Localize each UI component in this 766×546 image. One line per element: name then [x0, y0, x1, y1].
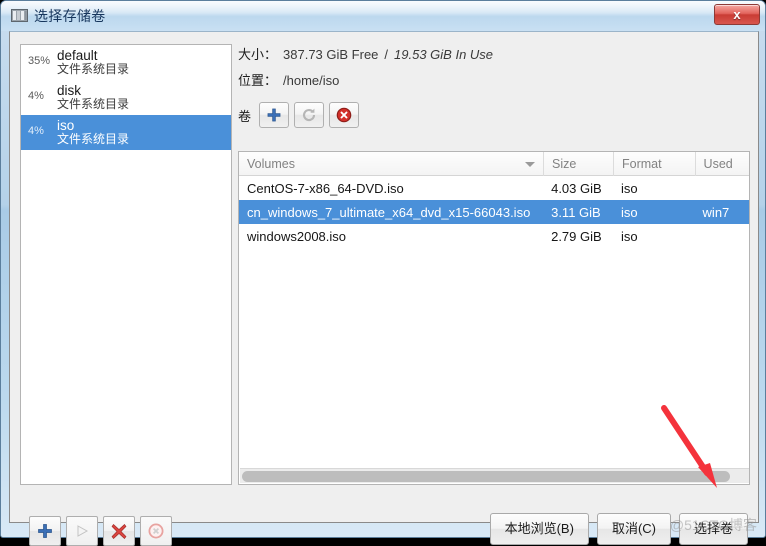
delete-volume-button[interactable]	[329, 102, 360, 128]
refresh-volume-button[interactable]	[294, 102, 325, 128]
plus-icon	[38, 524, 52, 538]
browse-local-button[interactable]: 本地浏览(B)	[489, 513, 589, 545]
cell-size: 2.79 GiB	[551, 228, 602, 244]
pool-size-label: 大小：	[238, 47, 278, 62]
column-header-used[interactable]: Used	[694, 152, 749, 176]
add-pool-button[interactable]	[29, 516, 61, 546]
pool-text-group: default 文件系统目录	[57, 48, 130, 77]
cell-format: iso	[621, 180, 638, 196]
column-header-format[interactable]: Format	[612, 152, 695, 176]
pool-type: 文件系统目录	[57, 97, 130, 112]
volumes-table-header: Volumes Size Format Used	[239, 152, 749, 176]
column-header-size[interactable]: Size	[543, 152, 613, 176]
pool-usage-percent: 4%	[28, 125, 44, 137]
dialog-window: 选择存储卷 x 35% default 文件系统目录 4% disk 文件系统目…	[0, 0, 766, 546]
pool-size-free: 387.73 GiB Free	[283, 47, 379, 62]
start-pool-button[interactable]	[66, 516, 98, 546]
pool-size-separator: /	[384, 47, 389, 62]
horizontal-scrollbar[interactable]	[240, 468, 749, 483]
dialog-client-area: 35% default 文件系统目录 4% disk 文件系统目录 4% iso…	[9, 31, 759, 546]
plus-icon	[267, 108, 281, 122]
choose-volume-button[interactable]: 选择卷	[678, 513, 748, 545]
storage-pool-list[interactable]: 35% default 文件系统目录 4% disk 文件系统目录 4% iso…	[20, 44, 232, 485]
title-bar: 选择存储卷 x	[1, 1, 765, 31]
pool-location-row: 位置： /home/iso	[238, 70, 750, 89]
refresh-icon	[303, 108, 316, 122]
storage-pool-icon	[11, 9, 28, 22]
window-title: 选择存储卷	[34, 8, 106, 24]
cell-format: iso	[621, 204, 638, 220]
chevron-down-icon	[525, 161, 536, 167]
pool-usage-percent: 4%	[28, 90, 44, 102]
stop-pool-button[interactable]	[140, 516, 172, 546]
pool-text-group: disk 文件系统目录	[57, 83, 130, 112]
cell-volume: cn_windows_7_ultimate_x64_dvd_x15-66043.…	[247, 204, 531, 220]
play-icon	[77, 525, 89, 537]
pool-type: 文件系统目录	[57, 132, 130, 147]
pool-text-group: iso 文件系统目录	[57, 118, 130, 147]
table-row-selected[interactable]: cn_windows_7_ultimate_x64_dvd_x15-66043.…	[239, 200, 749, 224]
table-row[interactable]: CentOS-7-x86_64-DVD.iso 4.03 GiB iso	[239, 176, 749, 200]
stop-icon	[148, 523, 164, 539]
column-header-volumes[interactable]: Volumes	[239, 152, 543, 176]
cell-used: win7	[702, 204, 730, 220]
pool-list-item[interactable]: 4% disk 文件系统目录	[21, 80, 231, 115]
cell-volume: windows2008.iso	[247, 228, 347, 244]
dialog-button-bar: 本地浏览(B) 取消(C) 选择卷	[482, 513, 748, 545]
add-volume-button[interactable]	[259, 102, 290, 128]
pool-location-value: /home/iso	[283, 73, 340, 88]
table-row[interactable]: windows2008.iso 2.79 GiB iso	[239, 224, 749, 248]
volumes-label: 卷	[238, 108, 252, 124]
cell-volume: CentOS-7-x86_64-DVD.iso	[247, 180, 404, 196]
pool-details-pane: 大小： 387.73 GiB Free / 19.53 GiB In Use 位置： /…	[238, 44, 750, 485]
volumes-table[interactable]: Volumes Size Format Used CentOS-7-x86_64…	[238, 151, 750, 485]
volume-toolbar: 卷	[238, 101, 750, 129]
cancel-button[interactable]: 取消(C)	[596, 513, 671, 545]
pool-size-row: 大小： 387.73 GiB Free / 19.53 GiB In Use	[238, 44, 750, 63]
cell-size: 4.03 GiB	[551, 180, 602, 196]
pool-list-item-selected[interactable]: 4% iso 文件系统目录	[21, 115, 231, 150]
pool-type: 文件系统目录	[57, 62, 130, 77]
cell-format: iso	[621, 228, 638, 244]
close-button[interactable]: x	[714, 4, 760, 25]
titlebar-gloss	[1, 1, 765, 15]
delete-icon	[336, 107, 352, 123]
pool-size-used: 19.53 GiB In Use	[394, 47, 494, 62]
pool-action-toolbar	[29, 516, 177, 546]
scrollbar-thumb[interactable]	[242, 471, 730, 482]
cell-size: 3.11 GiB	[551, 204, 601, 220]
pool-location-label: 位置：	[238, 73, 278, 88]
pool-usage-percent: 35%	[28, 55, 51, 67]
pool-list-item[interactable]: 35% default 文件系统目录	[21, 45, 231, 80]
delete-pool-button[interactable]	[103, 516, 135, 546]
red-x-icon	[111, 524, 127, 539]
